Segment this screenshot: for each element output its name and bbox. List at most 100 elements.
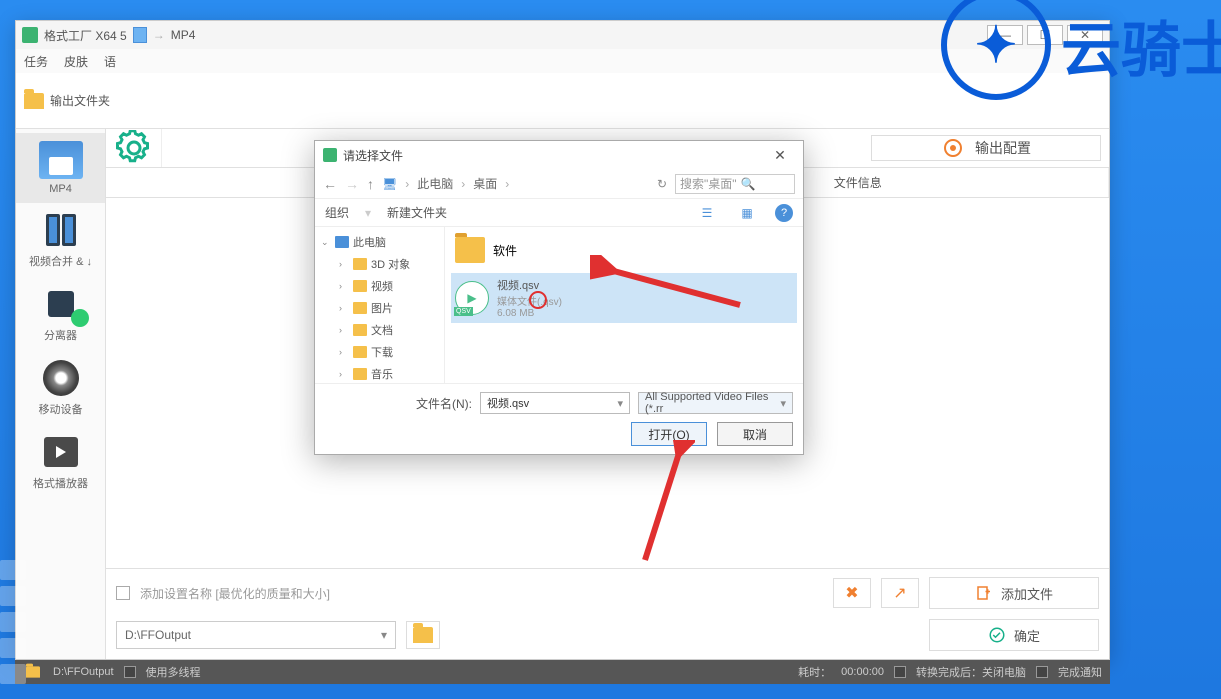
dialog-toolbar: 组织 ▾ 新建文件夹 ☰ ▦ ? bbox=[315, 199, 803, 227]
search-input[interactable]: 搜索"桌面" 🔍 bbox=[675, 174, 795, 194]
help-button[interactable]: ? bbox=[775, 204, 793, 222]
organize-button[interactable]: 组织 bbox=[325, 204, 349, 221]
add-settings-checkbox[interactable] bbox=[116, 586, 130, 600]
menu-skin[interactable]: 皮肤 bbox=[64, 53, 88, 70]
multithread-label: 使用多线程 bbox=[146, 664, 201, 680]
nav-up-button[interactable]: ↑ bbox=[367, 176, 374, 192]
shutdown-checkbox[interactable] bbox=[894, 666, 906, 678]
status-path: D:\FFOutput bbox=[53, 666, 114, 678]
file-filter-select[interactable]: All Supported Video Files (*.rr ▾ bbox=[638, 392, 793, 414]
dialog-titlebar[interactable]: 请选择文件 ✕ bbox=[315, 141, 803, 169]
export-button[interactable]: ↗ bbox=[881, 578, 919, 608]
task-icon[interactable] bbox=[0, 638, 26, 658]
output-folder-button[interactable]: 输出文件夹 bbox=[24, 92, 110, 109]
open-button[interactable]: 打开(O) bbox=[631, 422, 707, 446]
time-label: 耗时： bbox=[798, 664, 831, 680]
merge-icon bbox=[39, 211, 83, 249]
check-icon bbox=[988, 626, 1006, 644]
arrow-icon: → bbox=[153, 28, 165, 42]
search-icon: 🔍 bbox=[741, 177, 756, 191]
task-icon[interactable] bbox=[0, 612, 26, 632]
output-path-input[interactable]: D:\FFOutput ▾ bbox=[116, 621, 396, 649]
titlebar[interactable]: 格式工厂 X64 5 → MP4 — ☐ ✕ bbox=[16, 21, 1109, 49]
tree-item[interactable]: ›3D 对象 bbox=[315, 253, 444, 275]
folder-icon bbox=[353, 258, 367, 270]
pc-icon bbox=[335, 236, 349, 248]
folder-icon bbox=[413, 627, 433, 643]
folder-tree: ⌄ 此电脑 ›3D 对象 ›视频 ›图片 ›文档 ›下载 ›音乐 ›桌面 ›Wi… bbox=[315, 227, 445, 383]
sidebar-item-mp4[interactable]: MP4 MP4 bbox=[16, 133, 105, 203]
dialog-close-button[interactable]: ✕ bbox=[765, 147, 795, 164]
dialog-navbar: ← → ↑ 🖥 › 此电脑 › 桌面 › ↻ 搜索"桌面" 🔍 bbox=[315, 169, 803, 199]
crumb-separator: › bbox=[405, 177, 409, 191]
browse-folder-button[interactable] bbox=[406, 621, 440, 649]
filename-input[interactable]: 视频.qsv ▾ bbox=[480, 392, 630, 414]
desktop-taskbar bbox=[0, 560, 26, 684]
add-file-icon bbox=[975, 584, 993, 602]
folder-icon bbox=[353, 280, 367, 292]
chevron-down-icon: ▾ bbox=[617, 397, 623, 410]
pc-icon: 🖥 bbox=[382, 177, 397, 191]
add-file-button[interactable]: 添加文件 bbox=[929, 577, 1099, 609]
after-convert-label: 转换完成后：关闭电脑 bbox=[916, 664, 1026, 680]
nav-forward-button[interactable]: → bbox=[345, 176, 359, 192]
settings-gear-button[interactable] bbox=[106, 129, 162, 167]
folder-icon bbox=[455, 237, 485, 263]
tree-item[interactable]: ›音乐 bbox=[315, 363, 444, 383]
new-folder-button[interactable]: 新建文件夹 bbox=[387, 204, 447, 221]
tree-item[interactable]: ›文档 bbox=[315, 319, 444, 341]
maximize-button[interactable]: ☐ bbox=[1027, 25, 1063, 45]
sidebar-item-mobile[interactable]: 移动设备 bbox=[16, 351, 105, 425]
sidebar-item-merge[interactable]: 视频合并 & ↓ bbox=[16, 203, 105, 277]
mp4-icon: MP4 bbox=[39, 141, 83, 179]
statusbar: D:\FFOutput 使用多线程 耗时： 00:00:00 转换完成后：关闭电… bbox=[15, 660, 1110, 684]
menu-task[interactable]: 任务 bbox=[24, 53, 48, 70]
cancel-button[interactable]: 取消 bbox=[717, 422, 793, 446]
folder-icon bbox=[24, 93, 44, 109]
breadcrumb[interactable]: 桌面 bbox=[473, 175, 497, 192]
menu-lang[interactable]: 语 bbox=[104, 53, 116, 70]
breadcrumb[interactable]: 此电脑 bbox=[417, 175, 453, 192]
nav-back-button[interactable]: ← bbox=[323, 176, 337, 192]
format-sidebar: MP4 MP4 视频合并 & ↓ 分离器 移动设备 格式播放器 bbox=[16, 129, 106, 659]
notify-checkbox[interactable] bbox=[1036, 666, 1048, 678]
app-title: 格式工厂 X64 5 bbox=[44, 27, 127, 44]
tree-item[interactable]: ›视频 bbox=[315, 275, 444, 297]
sidebar-item-splitter[interactable]: 分离器 bbox=[16, 277, 105, 351]
gear-orange-icon bbox=[941, 136, 965, 160]
file-item-folder[interactable]: 软件 bbox=[451, 233, 797, 267]
view-mode-button[interactable]: ☰ bbox=[695, 203, 719, 223]
task-icon[interactable] bbox=[0, 664, 26, 684]
multithread-checkbox[interactable] bbox=[124, 666, 136, 678]
tree-item[interactable]: ›下载 bbox=[315, 341, 444, 363]
crumb-separator: › bbox=[505, 177, 509, 191]
sidebar-item-player[interactable]: 格式播放器 bbox=[16, 425, 105, 499]
player-icon bbox=[39, 433, 83, 471]
task-icon[interactable] bbox=[0, 560, 26, 580]
gear-icon bbox=[116, 130, 152, 166]
view-mode-button[interactable]: ▦ bbox=[735, 203, 759, 223]
dialog-title: 请选择文件 bbox=[343, 147, 403, 164]
refresh-icon[interactable]: ↻ bbox=[657, 177, 667, 191]
notify-label: 完成通知 bbox=[1058, 664, 1102, 680]
file-list: 软件 ▶ 视频.qsv 媒体文件(.qsv) 6.08 MB bbox=[445, 227, 803, 383]
time-value: 00:00:00 bbox=[841, 666, 884, 678]
task-icon[interactable] bbox=[0, 586, 26, 606]
qsv-file-icon: ▶ bbox=[455, 281, 489, 315]
folder-icon bbox=[353, 346, 367, 358]
close-button[interactable]: ✕ bbox=[1067, 25, 1103, 45]
remove-file-button[interactable]: ✖ bbox=[833, 578, 871, 608]
menubar: 任务 皮肤 语 bbox=[16, 49, 1109, 73]
output-config-button[interactable]: 输出配置 bbox=[871, 135, 1101, 161]
folder-icon bbox=[353, 324, 367, 336]
ok-button[interactable]: 确定 bbox=[929, 619, 1099, 651]
tree-item-thispc[interactable]: ⌄ 此电脑 bbox=[315, 231, 444, 253]
chevron-down-icon: ▾ bbox=[381, 628, 387, 642]
app-icon bbox=[22, 27, 38, 43]
file-item-qsv[interactable]: ▶ 视频.qsv 媒体文件(.qsv) 6.08 MB bbox=[451, 273, 797, 323]
target-format: MP4 bbox=[171, 28, 196, 42]
folder-icon bbox=[353, 368, 367, 380]
tree-item[interactable]: ›图片 bbox=[315, 297, 444, 319]
add-settings-label: 添加设置名称 [最优化的质量和大小] bbox=[140, 585, 330, 602]
minimize-button[interactable]: — bbox=[987, 25, 1023, 45]
